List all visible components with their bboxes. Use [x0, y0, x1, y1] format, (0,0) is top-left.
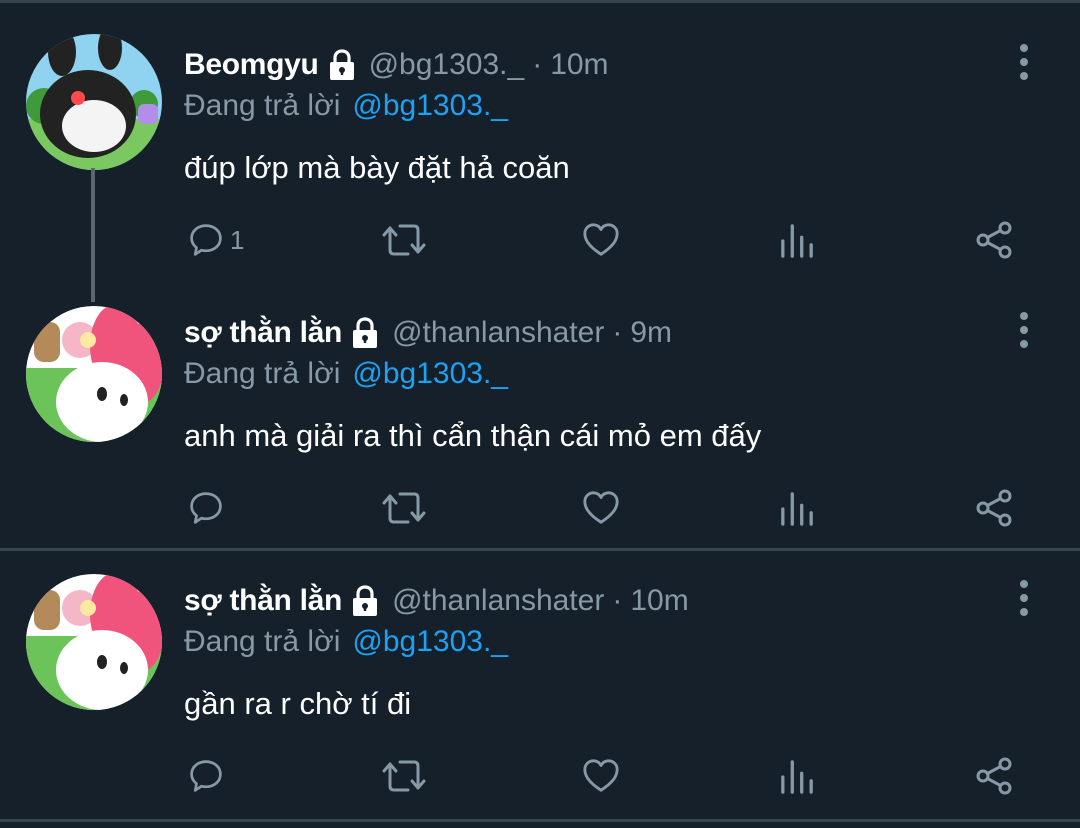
reply-icon [188, 488, 224, 528]
display-name[interactable]: sợ thằn lằn [184, 316, 342, 350]
like-icon [582, 489, 620, 527]
reply-context: Đang trả lời @bg1303._ [184, 620, 508, 664]
reply-to-link[interactable]: @bg1303._ [352, 625, 508, 659]
tweet-text: gần ra r chờ tí đi [184, 686, 412, 721]
reply-context: Đang trả lời @bg1303._ [184, 352, 508, 396]
tweet[interactable]: sợ thằn lằn @thanlanshater · 9m Đang trả… [0, 0, 1080, 548]
display-name[interactable]: sợ thằn lằn [184, 584, 342, 618]
avatar[interactable] [26, 306, 162, 442]
like-icon [582, 757, 620, 795]
reply-button[interactable] [188, 756, 224, 796]
lock-icon [350, 317, 380, 349]
share-button[interactable] [974, 756, 1014, 796]
more-icon[interactable] [1008, 306, 1040, 354]
user-handle[interactable]: @thanlanshater [392, 584, 604, 618]
reply-icon [188, 756, 224, 796]
tweet-divider [0, 819, 1080, 822]
retweet-icon [382, 756, 426, 796]
user-handle[interactable]: @thanlanshater [392, 316, 604, 350]
share-button[interactable] [974, 488, 1014, 528]
reply-button[interactable] [188, 488, 224, 528]
reply-to-link[interactable]: @bg1303._ [352, 357, 508, 391]
share-icon [974, 488, 1014, 528]
reply-label: Đang trả lời [184, 625, 341, 658]
retweet-button[interactable] [382, 756, 426, 796]
share-icon [974, 756, 1014, 796]
separator: · [612, 584, 623, 617]
analytics-button[interactable] [780, 490, 814, 528]
lock-icon [350, 585, 380, 617]
analytics-icon [780, 490, 814, 528]
timestamp[interactable]: 10m [630, 584, 688, 618]
like-button[interactable] [582, 489, 620, 527]
tweet[interactable]: sợ thằn lằn @thanlanshater · 10m Đang tr… [0, 551, 1080, 819]
analytics-icon [780, 758, 814, 796]
avatar[interactable] [26, 574, 162, 710]
tweet-text: anh mà giải ra thì cẩn thận cái mỏ em đấ… [184, 418, 762, 453]
like-button[interactable] [582, 757, 620, 795]
reply-label: Đang trả lời [184, 357, 341, 390]
retweet-button[interactable] [382, 488, 426, 528]
more-icon[interactable] [1008, 574, 1040, 622]
retweet-icon [382, 488, 426, 528]
timestamp[interactable]: 9m [630, 316, 672, 350]
separator: · [612, 316, 623, 349]
analytics-button[interactable] [780, 758, 814, 796]
